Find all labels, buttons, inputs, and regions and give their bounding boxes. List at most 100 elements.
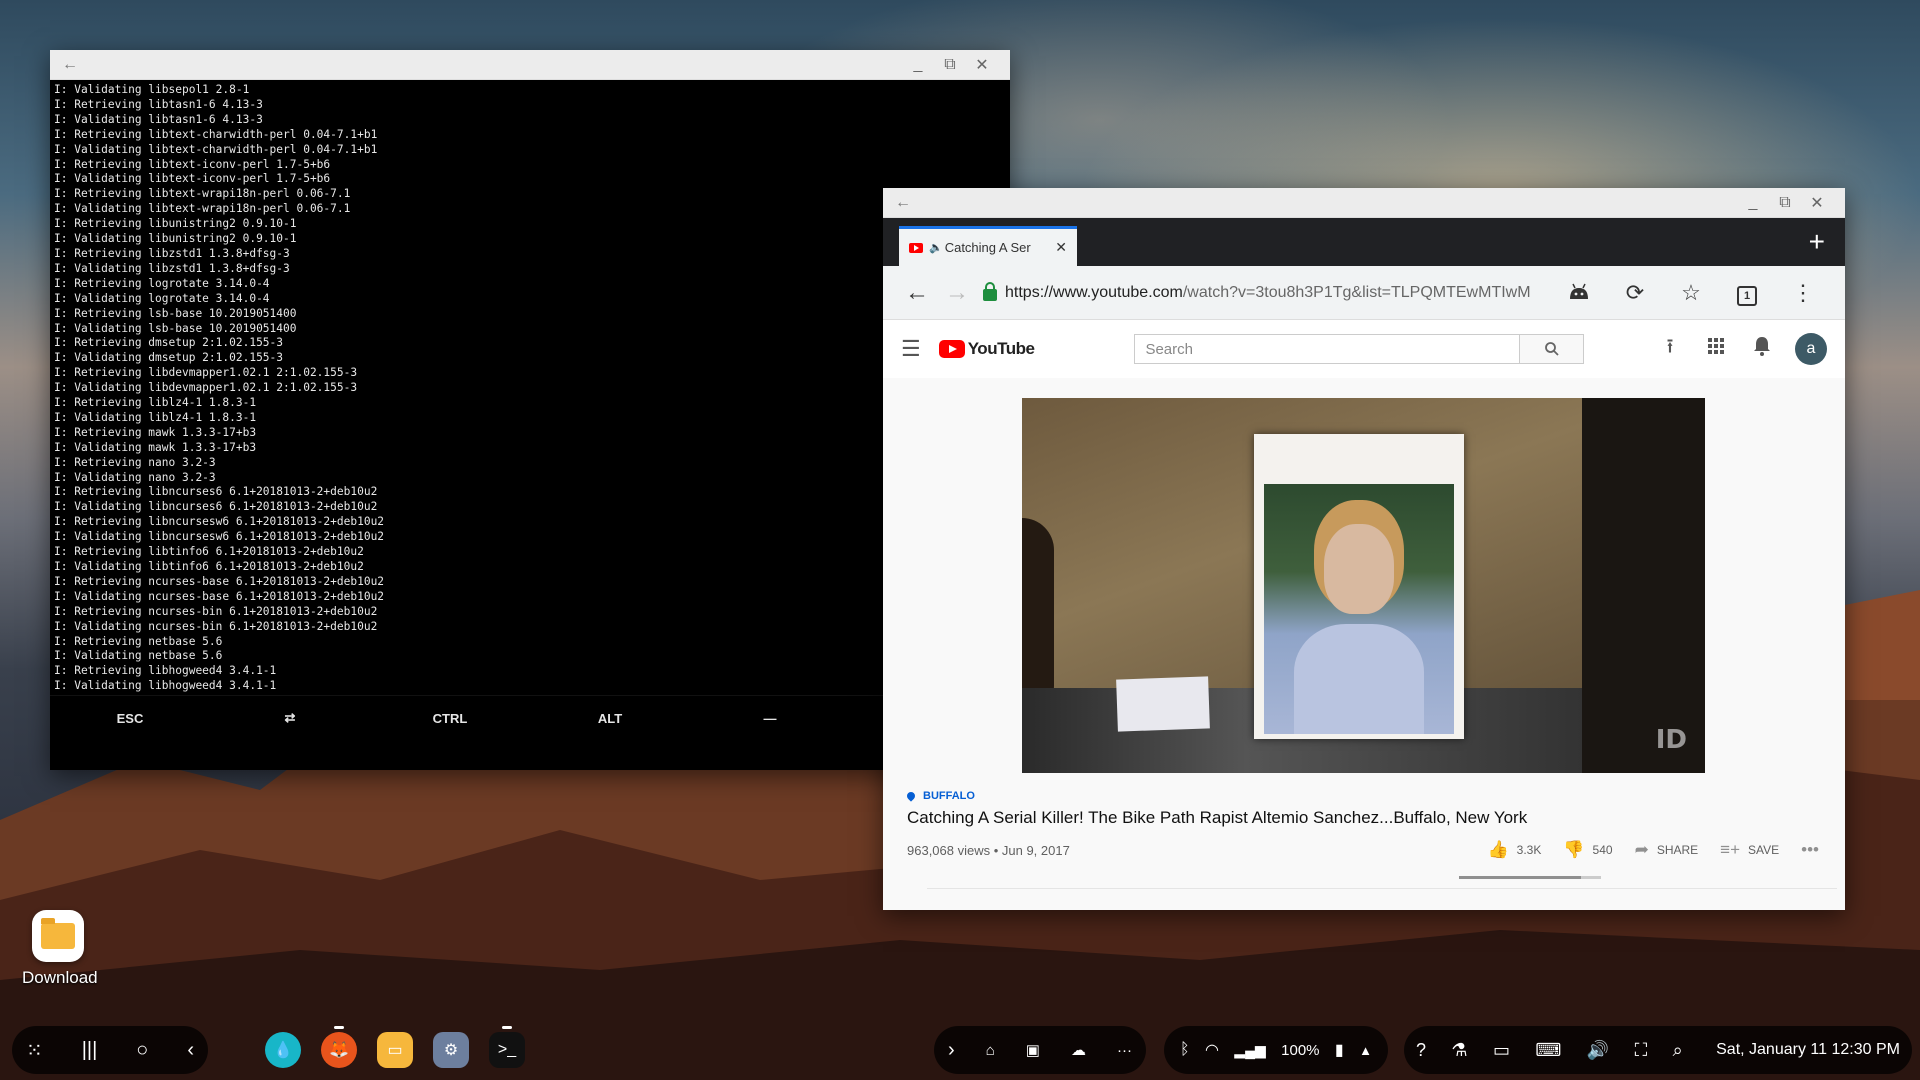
browser-titlebar[interactable]: ← _ ⧉ ✕ xyxy=(883,188,1845,218)
back-button[interactable]: ← xyxy=(897,279,937,307)
back-arrow-icon[interactable]: ← xyxy=(895,194,911,212)
terminal-line: I: Retrieving libtinfo6 6.1+20181013-2+d… xyxy=(54,545,364,559)
water-drop-app-icon[interactable]: 💧 xyxy=(265,1032,301,1068)
firefox-icon[interactable]: 🦊 xyxy=(321,1026,357,1068)
minimize-button[interactable]: _ xyxy=(1737,194,1769,212)
search-button[interactable] xyxy=(1520,334,1585,364)
url-path: /watch?v=3tou8h3P1Tg&list=TLPQMTEwMTIwM xyxy=(1182,283,1531,301)
settings-gear-icon[interactable]: ⚙ xyxy=(433,1032,469,1068)
terminal-line: I: Validating libncursesw6 6.1+20181013-… xyxy=(54,530,385,544)
tab-close-icon[interactable]: ✕ xyxy=(1055,239,1067,256)
expand-chevron-icon[interactable]: › xyxy=(948,1039,955,1062)
terminal-key[interactable]: ESC xyxy=(50,711,210,726)
thumbs-up-icon: 👍 xyxy=(1487,840,1509,859)
speaker-icon: 🔈 xyxy=(929,242,943,254)
share-button[interactable]: ➦ SHARE xyxy=(1635,840,1699,860)
volume-icon[interactable]: 🔊 xyxy=(1587,1040,1609,1061)
terminal-line: I: Retrieving dmsetup 2:1.02.155-3 xyxy=(54,336,284,350)
save-label: SAVE xyxy=(1748,843,1780,857)
avatar[interactable]: a xyxy=(1795,333,1827,365)
notification-app-icon[interactable]: ⌂ xyxy=(986,1042,995,1059)
android-icon[interactable] xyxy=(1551,280,1607,306)
bookmark-star-icon[interactable]: ☆ xyxy=(1663,280,1719,306)
desktop-icon-download[interactable]: Download xyxy=(22,910,98,988)
menu-kebab-icon[interactable]: ⋮ xyxy=(1775,280,1831,306)
terminal-key[interactable]: ALT xyxy=(530,711,690,726)
help-icon[interactable]: ? xyxy=(1416,1040,1426,1061)
like-button[interactable]: 👍 3.3K xyxy=(1488,840,1542,860)
desktop-icon-label: Download xyxy=(22,968,98,987)
screenshot-icon[interactable]: ▣ xyxy=(1026,1041,1040,1059)
tab-switcher-button[interactable]: 1 xyxy=(1719,279,1775,306)
youtube-logo[interactable]: YouTube xyxy=(938,339,1035,359)
home-icon[interactable]: ○ xyxy=(136,1039,148,1062)
save-button[interactable]: ≡+ SAVE xyxy=(1720,840,1779,860)
terminal-key[interactable]: CTRL xyxy=(370,711,530,726)
terminal-line: I: Retrieving libtasn1-6 4.13-3 xyxy=(54,97,263,111)
minimize-button[interactable]: _ xyxy=(902,56,934,74)
terminal-line: I: Retrieving libzstd1 1.3.8+dfsg-3 xyxy=(54,246,290,260)
terminal-key[interactable]: ⇄ xyxy=(210,710,370,726)
terminal-line: I: Retrieving lsb-base 10.2019051400 xyxy=(54,306,297,320)
sentiment-bar xyxy=(1459,876,1601,879)
close-button[interactable]: ✕ xyxy=(1801,193,1833,213)
keyboard-icon[interactable]: ⌨ xyxy=(1535,1040,1561,1061)
terminal-line: I: Validating ncurses-base 6.1+20181013-… xyxy=(54,589,385,603)
apps-grid-icon[interactable] xyxy=(1693,337,1739,361)
video-player[interactable]: ID xyxy=(1022,398,1705,773)
terminal-line: I: Validating mawk 1.3.3-17+b3 xyxy=(54,440,257,454)
files-app-icon[interactable]: ▭ xyxy=(377,1032,413,1068)
dislike-button[interactable]: 👎 540 xyxy=(1563,840,1612,860)
terminal-line: I: Validating libtext-iconv-perl 1.7-5+b… xyxy=(54,172,331,186)
nav-buttons: ⁙ ||| ○ ‹ xyxy=(12,1026,208,1074)
terminal-output[interactable]: I: Validating libsepol1 2.8-1 I: Retrievi… xyxy=(50,80,1010,695)
new-tab-button[interactable]: + xyxy=(1809,226,1825,258)
back-icon[interactable]: ‹ xyxy=(187,1039,194,1062)
terminal-line: I: Validating libtasn1-6 4.13-3 xyxy=(54,112,263,126)
terminal-line: I: Retrieving logrotate 3.14.0-4 xyxy=(54,276,270,290)
close-button[interactable]: ✕ xyxy=(966,55,998,75)
search-icon[interactable]: ⌕ xyxy=(1673,1040,1683,1061)
terminal-line: I: Retrieving libtext-iconv-perl 1.7-5+b… xyxy=(54,157,331,171)
terminal-titlebar[interactable]: ← _ ⧉ ✕ xyxy=(50,50,1010,80)
hamburger-menu-icon[interactable]: ☰ xyxy=(901,336,921,362)
terminal-line: I: Retrieving libhogweed4 3.4.1-1 xyxy=(54,664,277,678)
search-input[interactable]: Search xyxy=(1134,334,1521,364)
folder-icon xyxy=(32,910,84,962)
bell-icon[interactable] xyxy=(1739,336,1785,362)
upload-icon[interactable]: ⭱ xyxy=(1647,332,1693,366)
terminal-line: I: Validating libncurses6 6.1+20181013-2… xyxy=(54,500,378,514)
status-tray[interactable]: ᛒ ◠ ▂▄▆ 100% ▮ ▲ xyxy=(1164,1026,1388,1074)
app-drawer-icon[interactable]: ⁙ xyxy=(26,1038,43,1063)
browser-tab[interactable]: 🔈 Catching A Ser ✕ xyxy=(899,226,1077,266)
terminal-line: I: Retrieving libncurses6 6.1+20181013-2… xyxy=(54,485,378,499)
like-count: 3.3K xyxy=(1516,843,1542,857)
monitor-icon[interactable]: ▭ xyxy=(1493,1040,1510,1061)
more-actions-button[interactable]: ••• xyxy=(1801,840,1827,860)
maximize-button[interactable]: ⧉ xyxy=(1769,194,1801,212)
terminal-line: I: Retrieving ncurses-base 6.1+20181013-… xyxy=(54,574,385,588)
clock[interactable]: Sat, January 11 12:30 PM xyxy=(1716,1041,1900,1059)
maximize-button[interactable]: ⧉ xyxy=(934,56,966,74)
reload-button[interactable]: ⟳ xyxy=(1607,280,1663,306)
youtube-header: ☰ YouTube Search ⭱ a xyxy=(883,320,1845,378)
screen-capture-icon[interactable]: ⛶ xyxy=(1635,1040,1648,1061)
notification-tray: › ⌂ ▣ ☁ ··· xyxy=(934,1026,1146,1074)
location-tag[interactable]: BUFFALO xyxy=(905,790,1827,802)
recents-icon[interactable]: ||| xyxy=(82,1039,98,1062)
terminal-key[interactable]: — xyxy=(690,711,850,726)
back-arrow-icon[interactable]: ← xyxy=(62,56,78,74)
more-notifications-icon[interactable]: ··· xyxy=(1117,1042,1132,1059)
terminal-window[interactable]: ← _ ⧉ ✕ I: Validating libsepol1 2.8-1 I: … xyxy=(50,50,1010,770)
terminal-line: I: Validating nano 3.2-3 xyxy=(54,470,216,484)
browser-window[interactable]: ← _ ⧉ ✕ 🔈 Catching A Ser ✕ + ← → https:/… xyxy=(883,188,1845,910)
cloud-upload-icon[interactable]: ☁ xyxy=(1071,1041,1086,1059)
terminal-line: I: Validating dmsetup 2:1.02.155-3 xyxy=(54,351,284,365)
url-field[interactable]: https://www.youtube.com/watch?v=3tou8h3P… xyxy=(1005,284,1539,302)
forward-button[interactable]: → xyxy=(937,279,977,307)
lab-flask-icon[interactable]: ⚗ xyxy=(1451,1040,1467,1061)
youtube-favicon-icon xyxy=(909,242,923,253)
playlist-add-icon: ≡+ xyxy=(1720,840,1741,859)
photo-inner xyxy=(1264,484,1454,734)
terminal-app-icon[interactable]: >_ xyxy=(489,1026,525,1068)
